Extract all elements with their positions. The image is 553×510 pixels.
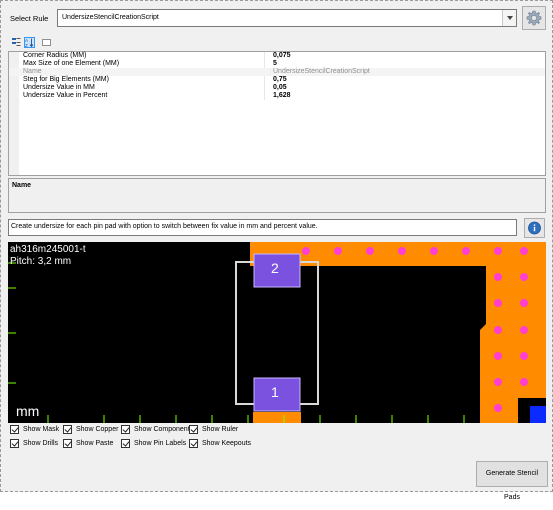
unit-label: mm: [16, 403, 40, 419]
checkbox-box[interactable]: [10, 439, 19, 448]
property-name: Undersize Value in MM: [23, 84, 95, 91]
part-name-label: ah316m245001-t: [10, 244, 86, 255]
checkbox-label: Show Keepouts: [202, 440, 252, 447]
property-row[interactable]: Steg for Big Elements (MM) 0,75: [9, 76, 545, 84]
checkbox-label: Show Ruler: [202, 426, 239, 433]
checkbox-label: Show Component: [134, 426, 190, 433]
checkbox-label: Show Paste: [76, 440, 114, 447]
property-name: Name: [23, 68, 42, 75]
checkbox-box[interactable]: [63, 439, 72, 448]
property-row[interactable]: Corner Radius (MM) 0,075: [9, 52, 545, 60]
keepout-blue: [530, 406, 546, 423]
property-description-title: Name: [12, 182, 32, 189]
rule-description-field[interactable]: Create undersize for each pin pad with o…: [8, 219, 517, 236]
property-grid: Corner Radius (MM) 0,075 Max Size of one…: [8, 51, 546, 176]
settings-button[interactable]: [522, 6, 546, 30]
property-name: Corner Radius (MM): [23, 52, 87, 59]
select-rule-label: Select Rule: [10, 14, 49, 23]
property-name: Undersize Value in Percent: [23, 92, 108, 99]
footprint-preview-canvas[interactable]: ah316m245001-t Pitch: 3,2 mm mm 2 1: [8, 242, 546, 423]
dialog-window: Select Rule UndersizeStencilCreationScri…: [0, 0, 553, 501]
property-pages-button[interactable]: [41, 37, 52, 48]
checkbox-box[interactable]: [121, 425, 130, 434]
property-name: Steg for Big Elements (MM): [23, 76, 109, 83]
rule-description-text: Create undersize for each pin pad with o…: [11, 223, 318, 230]
checkbox-box[interactable]: [10, 425, 19, 434]
categorized-icon: [12, 38, 21, 46]
rule-select-value: UndersizeStencilCreationScript: [62, 14, 159, 21]
property-value: UndersizeStencilCreationScript: [273, 68, 370, 75]
property-row[interactable]: Name UndersizeStencilCreationScript: [9, 68, 545, 76]
property-row[interactable]: Undersize Value in MM 0,05: [9, 84, 545, 92]
pad-label-2: 2: [271, 260, 279, 276]
checkbox-box[interactable]: [189, 425, 198, 434]
checkbox-label: Show Mask: [23, 426, 60, 433]
sort-az-icon: A Z: [25, 38, 34, 48]
categorized-button[interactable]: [11, 37, 22, 48]
property-description-pane: Name: [8, 178, 546, 213]
rule-select[interactable]: UndersizeStencilCreationScript: [57, 9, 517, 27]
gear-icon: [526, 10, 542, 26]
checkbox-box[interactable]: [121, 439, 130, 448]
property-value[interactable]: 1,628: [273, 92, 291, 100]
checkbox-label: Show Pin Labels: [134, 440, 187, 447]
property-value[interactable]: 5: [273, 60, 277, 68]
alphabetical-button[interactable]: A Z: [24, 37, 35, 48]
property-name: Max Size of one Element (MM): [23, 60, 120, 67]
property-value[interactable]: 0,075: [273, 52, 291, 60]
property-value[interactable]: 0,75: [273, 76, 287, 84]
info-button[interactable]: [524, 218, 545, 238]
chevron-down-icon[interactable]: [502, 10, 516, 26]
info-icon: [528, 221, 541, 235]
checkbox-box[interactable]: [63, 425, 72, 434]
generate-stencil-pads-button[interactable]: Generate Stencil Pads: [476, 461, 548, 501]
property-pages-icon: [42, 39, 51, 46]
property-row[interactable]: Max Size of one Element (MM) 5: [9, 60, 545, 68]
property-grid-toolbar: A Z: [8, 36, 546, 50]
checkbox-label: Show Copper: [76, 426, 119, 433]
property-value[interactable]: 0,05: [273, 84, 287, 92]
copper-bottom-strip: [253, 412, 301, 423]
property-row[interactable]: Undersize Value in Percent 1,628: [9, 92, 545, 100]
pitch-label: Pitch: 3,2 mm: [10, 256, 72, 267]
checkbox-label: Show Drills: [23, 440, 59, 447]
checkbox-box[interactable]: [189, 439, 198, 448]
pad-label-1: 1: [271, 384, 279, 400]
svg-text:Z: Z: [25, 43, 28, 47]
